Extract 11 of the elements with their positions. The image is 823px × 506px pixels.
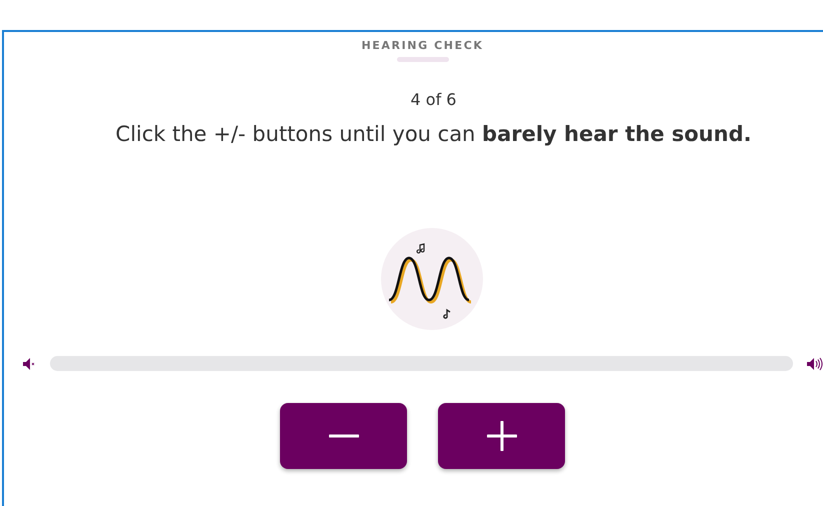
volume-icon [807,356,823,370]
volume-down-button[interactable] [280,403,407,469]
minus-icon [328,434,358,438]
instruction-text: Click the +/- buttons until you can barely hear the sound. [116,122,752,146]
volume-up-button[interactable] [438,403,565,469]
section-title: HEARING CHECK [361,39,484,52]
progress-bar [396,57,448,62]
plus-icon [486,421,516,451]
step-counter: 4 of 6 [410,90,456,109]
volume-slider[interactable] [50,356,793,371]
mute-icon [23,358,35,370]
